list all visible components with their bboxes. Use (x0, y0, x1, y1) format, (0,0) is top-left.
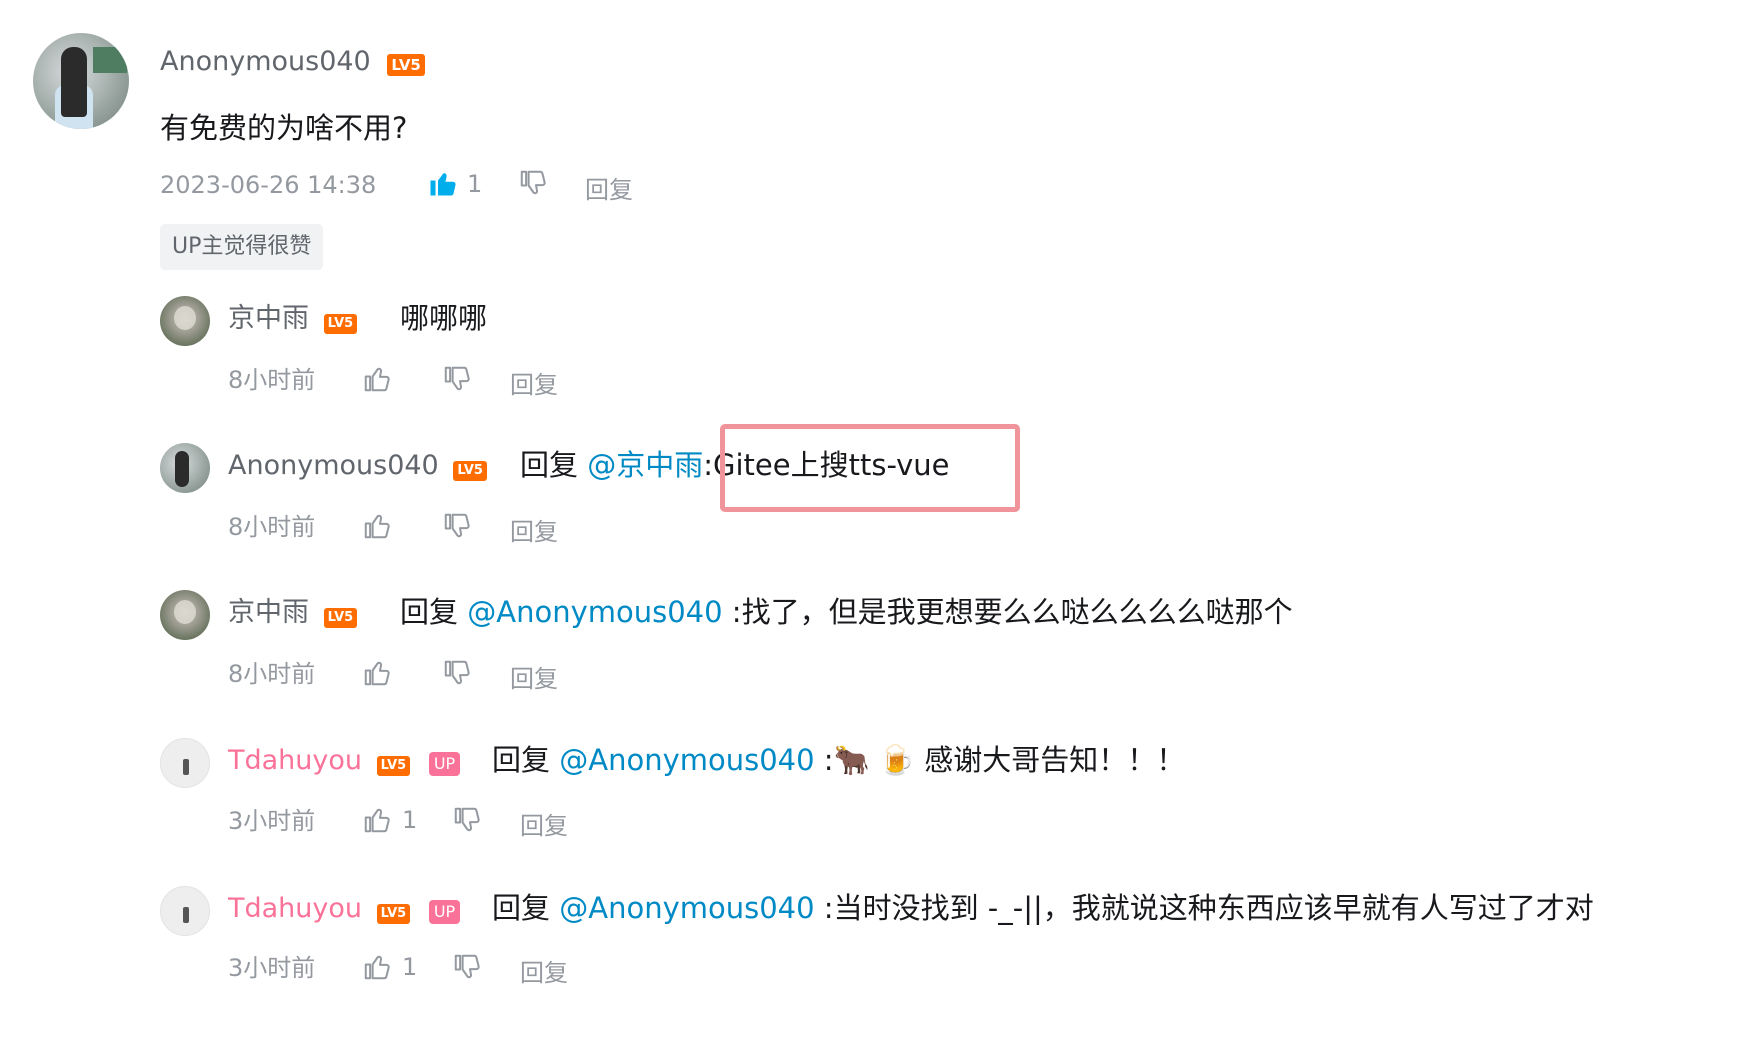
like-button[interactable] (428, 168, 458, 202)
like-button[interactable] (362, 805, 392, 839)
thumbs-up-icon (362, 805, 392, 835)
reply-text: :🐂 🍺 感谢大哥告知！！！ (823, 743, 1186, 777)
reply-time: 8小时前 (228, 513, 316, 541)
like-button[interactable] (362, 658, 392, 692)
level-badge: LV5 (387, 54, 425, 76)
level-badge: LV5 (376, 904, 411, 924)
reply-word: 回复 (492, 743, 551, 777)
like-button[interactable] (362, 364, 392, 398)
mention-link[interactable]: @Anonymous040 (467, 595, 722, 629)
reply-word: 回复 (400, 595, 459, 629)
dislike-button[interactable] (452, 952, 482, 986)
thumbs-up-icon (362, 952, 392, 982)
reply-time: 8小时前 (228, 660, 316, 688)
avatar[interactable] (160, 443, 210, 493)
like-count: 1 (467, 170, 483, 198)
reply-text-line: 回复 @Anonymous040 :🐂 🍺 感谢大哥告知！！！ (492, 742, 1185, 778)
thumbs-down-icon (442, 658, 472, 688)
thumbs-up-icon (362, 364, 392, 394)
reply-time: 3小时前 (228, 954, 316, 982)
up-liked-tag: UP主觉得很赞 (160, 224, 324, 270)
reply-time: 3小时前 (228, 807, 316, 835)
avatar[interactable] (160, 296, 210, 346)
reply-text: 哪哪哪 (400, 301, 488, 335)
dislike-button[interactable] (452, 805, 482, 839)
avatar[interactable] (33, 33, 129, 129)
avatar[interactable] (160, 590, 210, 640)
thumbs-up-icon (362, 658, 392, 688)
avatar[interactable] (160, 886, 210, 936)
comment-text: 有免费的为啥不用? (160, 111, 408, 145)
reply-time: 8小时前 (228, 366, 316, 394)
like-count: 1 (402, 806, 418, 834)
reply-username[interactable]: Tdahuyou LV5 UP (228, 745, 461, 777)
thumbs-down-icon (518, 168, 548, 198)
reply-text: :找了，但是我更想要么么哒么么么么哒那个 (731, 595, 1293, 629)
mention-link[interactable]: @Anonymous040 (559, 743, 814, 777)
reply-username[interactable]: Tdahuyou LV5 UP (228, 893, 461, 925)
like-button[interactable] (362, 952, 392, 986)
reply-text-line: 回复 @Anonymous040 :当时没找到 -_-||，我就说这种东西应该早… (492, 890, 1594, 926)
dislike-button[interactable] (442, 658, 472, 692)
thumbs-down-icon (452, 952, 482, 982)
thumbs-down-icon (442, 511, 472, 541)
reply-word: 回复 (520, 448, 579, 482)
mention-link[interactable]: @Anonymous040 (559, 891, 814, 925)
mention-link[interactable]: @京中雨 (587, 448, 703, 482)
reply-button[interactable]: 回复 (510, 365, 558, 400)
reply-username[interactable]: Anonymous040 LV5 (228, 450, 487, 482)
like-button[interactable] (362, 511, 392, 545)
thumbs-down-icon (442, 364, 472, 394)
comment-time: 2023-06-26 14:38 (160, 171, 377, 199)
level-badge: LV5 (323, 608, 358, 628)
dislike-button[interactable] (442, 364, 472, 398)
reply-button[interactable]: 回复 (520, 806, 568, 841)
avatar[interactable] (160, 738, 210, 788)
level-badge: LV5 (453, 461, 487, 481)
dislike-button[interactable] (442, 511, 472, 545)
reply-button[interactable]: 回复 (585, 170, 633, 205)
reply-button[interactable]: 回复 (510, 659, 558, 694)
like-count: 1 (402, 953, 418, 981)
up-badge: UP (428, 752, 461, 776)
dislike-button[interactable] (518, 168, 548, 202)
comment-username[interactable]: Anonymous040 LV5 (160, 46, 425, 78)
up-badge: UP (428, 900, 461, 924)
thumbs-up-filled-icon (428, 168, 458, 198)
thumbs-up-icon (362, 511, 392, 541)
thumbs-down-icon (452, 805, 482, 835)
reply-username[interactable]: 京中雨 LV5 (228, 597, 358, 629)
reply-username[interactable]: 京中雨 LV5 (228, 303, 358, 335)
reply-text: :当时没找到 -_-||，我就说这种东西应该早就有人写过了才对 (823, 891, 1594, 925)
reply-button[interactable]: 回复 (510, 512, 558, 547)
reply-word: 回复 (492, 891, 551, 925)
level-badge: LV5 (323, 314, 358, 334)
reply-text-line: 回复 @Anonymous040 :找了，但是我更想要么么哒么么么么哒那个 (400, 594, 1293, 630)
reply-button[interactable]: 回复 (520, 953, 568, 988)
level-badge: LV5 (376, 756, 411, 776)
highlight-box (720, 424, 1020, 512)
